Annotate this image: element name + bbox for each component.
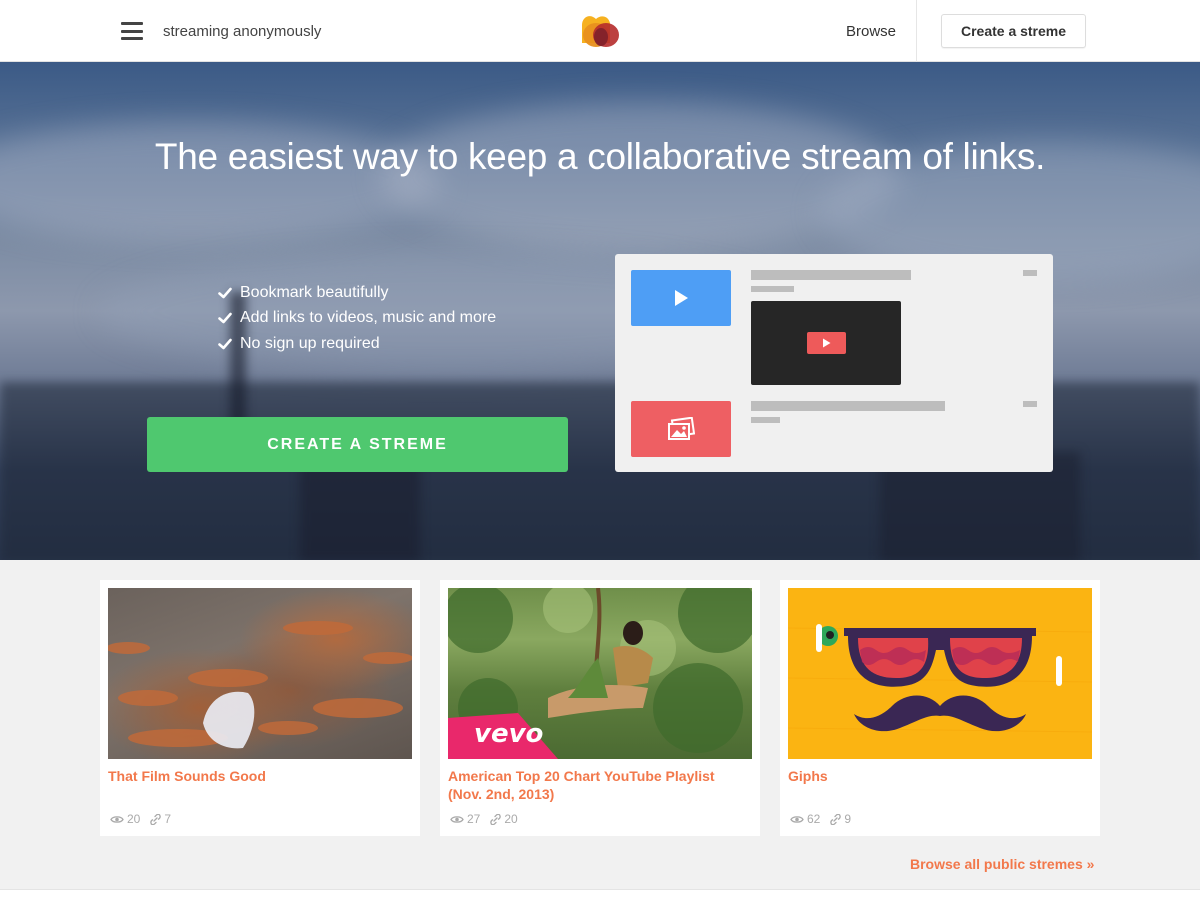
link-icon	[830, 813, 842, 825]
film-still-image	[108, 621, 412, 749]
feature-item: Add links to videos, music and more	[218, 306, 496, 332]
image-icon	[668, 417, 695, 440]
view-count: 20	[127, 812, 141, 826]
eye-icon	[450, 815, 464, 823]
view-count: 62	[807, 812, 821, 826]
play-icon	[675, 290, 688, 306]
giph-image	[788, 588, 1092, 759]
placeholder-bar	[751, 270, 911, 280]
link-count: 7	[164, 812, 172, 826]
video-preview	[751, 301, 901, 385]
placeholder-bar	[751, 401, 945, 411]
vevo-badge: vevo	[474, 719, 543, 749]
check-icon	[218, 312, 232, 324]
card-stats: 20 7	[110, 812, 171, 826]
link-count: 9	[844, 812, 852, 826]
public-stremes-section: That Film Sounds Good 20 7 vevo American…	[0, 560, 1200, 890]
eye-icon	[790, 815, 804, 823]
placeholder-bar	[751, 417, 780, 423]
link-count: 20	[504, 812, 518, 826]
card-stats: 27 20	[450, 812, 518, 826]
footer-strip	[0, 889, 1200, 900]
link-icon	[150, 813, 162, 825]
placeholder-bar	[1023, 270, 1037, 276]
card-title[interactable]: American Top 20 Chart YouTube Playlist (…	[448, 767, 748, 803]
placeholder-bar	[751, 286, 794, 292]
header-divider	[916, 0, 917, 62]
streme-card[interactable]: vevo American Top 20 Chart YouTube Playl…	[440, 580, 760, 836]
streme-card[interactable]: Giphs 62 9	[780, 580, 1100, 836]
feature-item: No sign up required	[218, 331, 496, 357]
menu-icon[interactable]	[121, 22, 143, 40]
browse-link[interactable]: Browse	[846, 23, 896, 40]
card-title[interactable]: That Film Sounds Good	[108, 767, 408, 785]
placeholder-bar	[1023, 401, 1037, 407]
music-video-still-image: vevo	[448, 588, 752, 759]
check-icon	[218, 287, 232, 299]
card-thumbnail[interactable]	[788, 588, 1092, 759]
feature-item: Bookmark beautifully	[218, 280, 496, 306]
feature-label: Add links to videos, music and more	[240, 309, 497, 327]
browse-all-link[interactable]: Browse all public stremes »	[910, 856, 1094, 872]
building-blur	[300, 462, 420, 560]
top-header: streaming anonymously Browse Create a st…	[0, 0, 1200, 62]
check-icon	[218, 338, 232, 350]
link-icon	[490, 813, 502, 825]
streme-preview-illustration	[615, 254, 1053, 472]
streme-card[interactable]: That Film Sounds Good 20 7	[100, 580, 420, 836]
hero-section: The easiest way to keep a collaborative …	[0, 62, 1200, 560]
eye-icon	[110, 815, 124, 823]
feature-list: Bookmark beautifully Add links to videos…	[218, 280, 496, 357]
play-icon	[807, 332, 846, 354]
logo-icon[interactable]	[578, 13, 622, 49]
card-title[interactable]: Giphs	[788, 767, 1088, 785]
hero-title: The easiest way to keep a collaborative …	[154, 136, 1046, 177]
create-streme-cta-button[interactable]: CREATE A STREME	[147, 417, 568, 472]
feature-label: No sign up required	[240, 334, 380, 352]
card-stats: 62 9	[790, 812, 851, 826]
card-thumbnail[interactable]	[108, 588, 412, 759]
feature-label: Bookmark beautifully	[240, 283, 389, 301]
status-text: streaming anonymously	[163, 23, 322, 40]
create-streme-button[interactable]: Create a streme	[941, 14, 1086, 48]
card-thumbnail[interactable]: vevo	[448, 588, 752, 759]
view-count: 27	[467, 812, 481, 826]
video-tile	[631, 270, 731, 326]
image-tile	[631, 401, 731, 457]
